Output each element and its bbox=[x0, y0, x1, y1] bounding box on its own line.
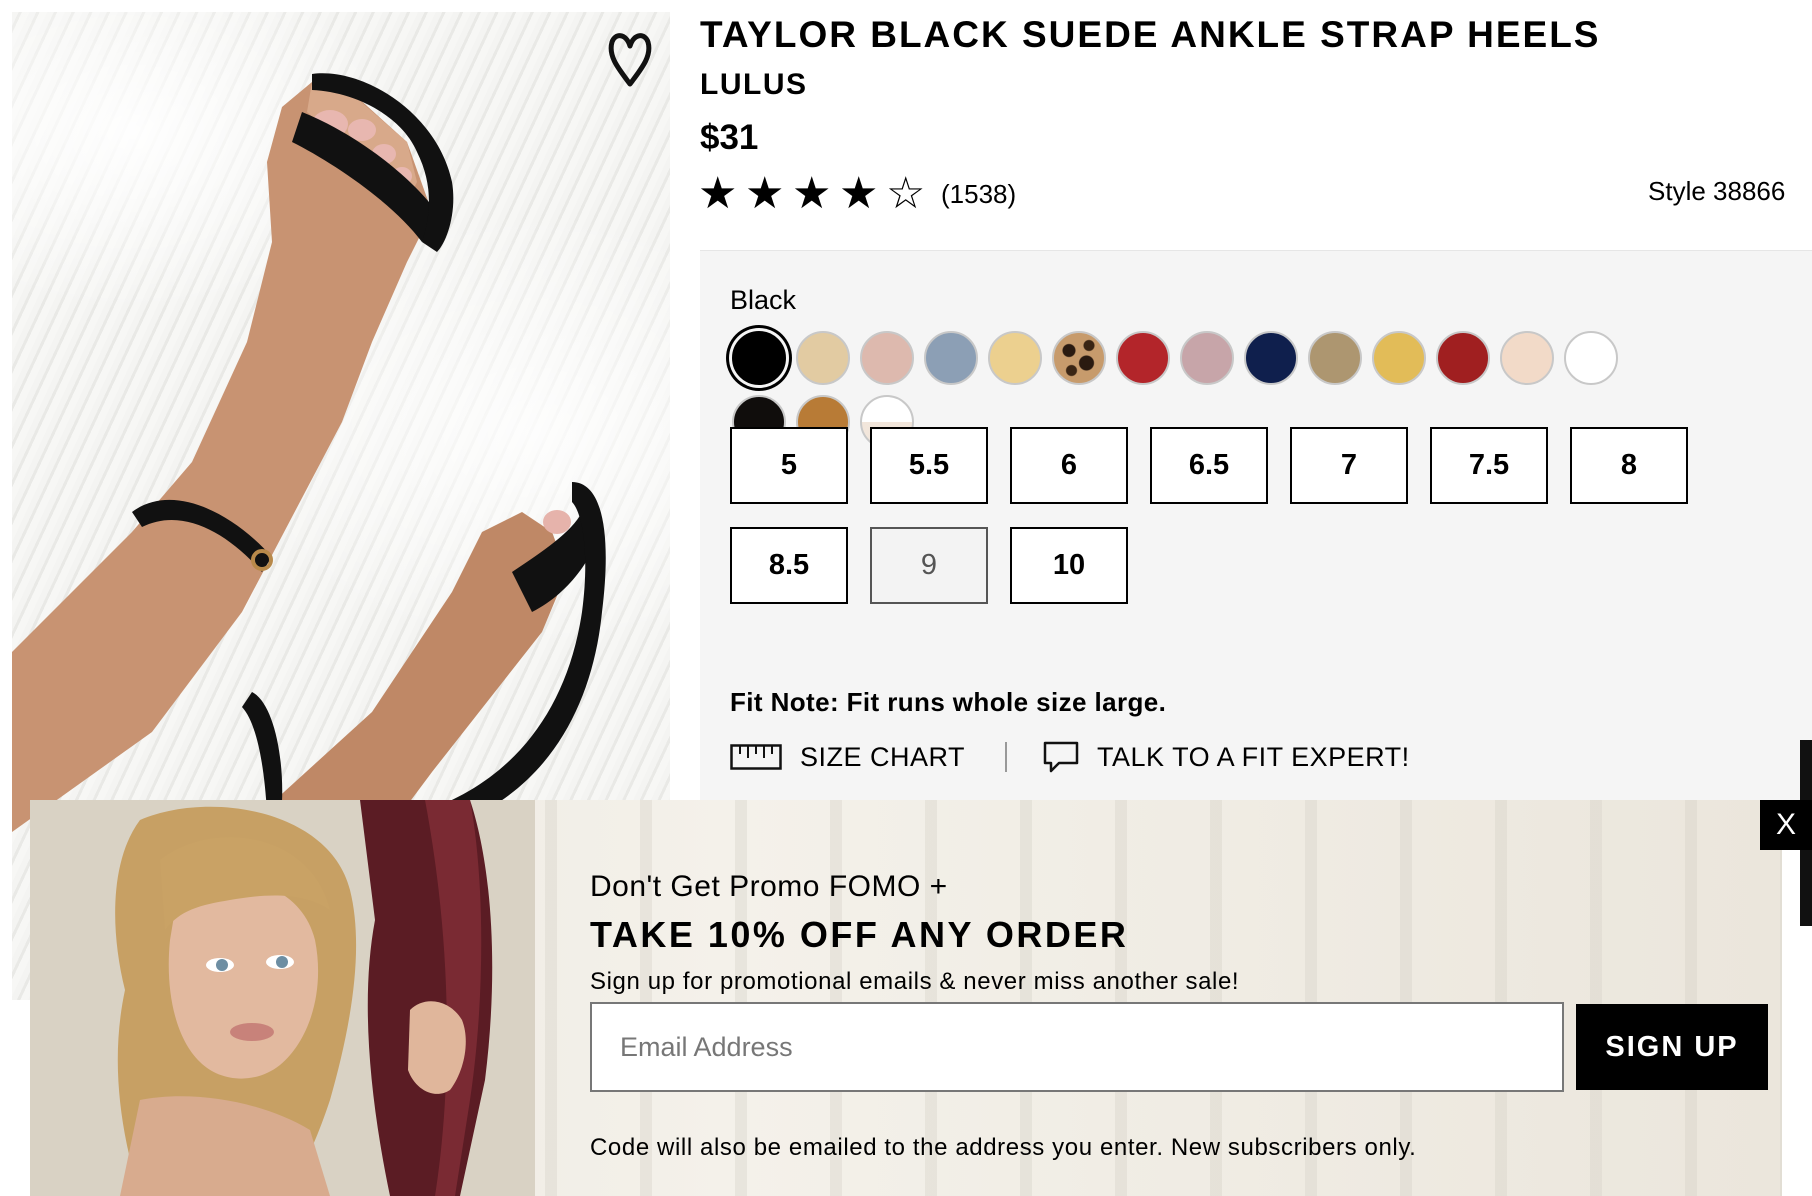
size-option-8-5[interactable]: 8.5 bbox=[730, 527, 848, 604]
fit-expert-label: TALK TO A FIT EXPERT! bbox=[1097, 741, 1410, 772]
promo-signup-banner: Don't Get Promo FOMO + TAKE 10% OFF ANY … bbox=[30, 800, 1782, 1196]
size-option-5-5[interactable]: 5.5 bbox=[870, 427, 988, 504]
ruler-icon bbox=[730, 744, 782, 770]
size-option-7[interactable]: 7 bbox=[1290, 427, 1408, 504]
email-field[interactable] bbox=[590, 1002, 1564, 1092]
brand-name[interactable]: LULUS bbox=[700, 68, 808, 102]
color-swatch-white[interactable] bbox=[1564, 331, 1618, 385]
size-option-5[interactable]: 5 bbox=[730, 427, 848, 504]
fit-expert-link[interactable]: TALK TO A FIT EXPERT! bbox=[1043, 741, 1410, 773]
size-option-10[interactable]: 10 bbox=[1010, 527, 1128, 604]
size-option-7-5[interactable]: 7.5 bbox=[1430, 427, 1548, 504]
color-swatch-nude-tan[interactable] bbox=[796, 331, 850, 385]
promo-kicker: Don't Get Promo FOMO + bbox=[590, 870, 948, 903]
size-option-8[interactable]: 8 bbox=[1570, 427, 1688, 504]
style-number: Style 38866 bbox=[1648, 176, 1786, 206]
color-swatch-wine-red[interactable] bbox=[1436, 331, 1490, 385]
color-swatch-light-yellow[interactable] bbox=[988, 331, 1042, 385]
promo-subtext: Sign up for promotional emails & never m… bbox=[590, 968, 1240, 995]
color-swatch-light-nude[interactable] bbox=[1500, 331, 1554, 385]
color-swatch-taupe[interactable] bbox=[1308, 331, 1362, 385]
size-chart-link[interactable]: SIZE CHART bbox=[730, 742, 965, 773]
wishlist-heart-icon[interactable] bbox=[606, 30, 654, 88]
sign-up-button[interactable]: SIGN UP bbox=[1576, 1004, 1768, 1090]
close-promo-button[interactable]: X bbox=[1760, 800, 1812, 850]
rating-stars[interactable]: ★ ★ ★ ★ ☆ (1538) bbox=[698, 170, 1016, 218]
star-filled-icon: ★ bbox=[698, 169, 738, 218]
star-filled-icon: ★ bbox=[839, 169, 879, 218]
color-swatch-mauve[interactable] bbox=[1180, 331, 1234, 385]
color-swatch-red[interactable] bbox=[1116, 331, 1170, 385]
color-swatch-leopard[interactable] bbox=[1052, 331, 1106, 385]
fit-note: Fit Note: Fit runs whole size large. bbox=[730, 687, 1167, 717]
tools-divider bbox=[1005, 742, 1008, 772]
selected-color-label: Black bbox=[730, 285, 797, 315]
color-swatch-mustard[interactable] bbox=[1372, 331, 1426, 385]
promo-model-image bbox=[30, 800, 535, 1196]
color-swatch-slate-blue[interactable] bbox=[924, 331, 978, 385]
size-option-9[interactable]: 9 bbox=[870, 527, 988, 604]
fit-tools: SIZE CHART TALK TO A FIT EXPERT! bbox=[730, 741, 1410, 773]
star-filled-icon: ★ bbox=[745, 169, 785, 218]
color-swatch-blush[interactable] bbox=[860, 331, 914, 385]
chat-bubble-icon bbox=[1043, 741, 1079, 773]
review-count[interactable]: (1538) bbox=[941, 179, 1016, 210]
product-price: $31 bbox=[700, 118, 759, 157]
promo-headline: TAKE 10% OFF ANY ORDER bbox=[590, 914, 1129, 955]
star-filled-icon: ★ bbox=[792, 169, 832, 218]
size-option-6[interactable]: 6 bbox=[1010, 427, 1128, 504]
close-icon: X bbox=[1775, 808, 1796, 841]
size-option-6-5[interactable]: 6.5 bbox=[1150, 427, 1268, 504]
options-panel: Black 5 5.5 6 6.5 7 7.5 8 8.5 9 10 Fit Note: Fit … bbox=[700, 250, 1812, 811]
color-swatch-black[interactable] bbox=[732, 331, 786, 385]
size-chart-label: SIZE CHART bbox=[800, 741, 966, 772]
product-title: TAYLOR BLACK SUEDE ANKLE STRAP HEELS bbox=[700, 14, 1601, 55]
star-outline-icon: ☆ bbox=[886, 169, 926, 218]
color-swatch-navy[interactable] bbox=[1244, 331, 1298, 385]
promo-fine-print: Code will also be emailed to the address… bbox=[590, 1134, 1417, 1161]
